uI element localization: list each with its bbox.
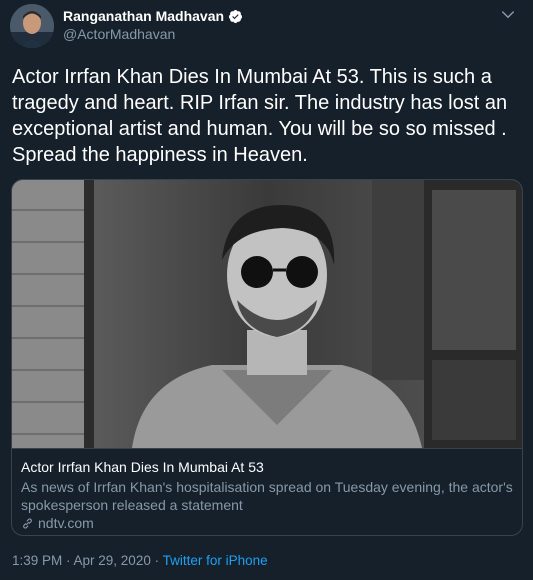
- card-image[interactable]: [12, 180, 522, 448]
- verified-badge-icon: [228, 9, 243, 23]
- source-link[interactable]: Twitter for iPhone: [163, 553, 268, 568]
- card-domain-row[interactable]: ndtv.com: [21, 515, 94, 531]
- card-body[interactable]: Actor Irrfan Khan Dies In Mumbai At 53 A…: [12, 448, 522, 535]
- tweet-text: Actor Irrfan Khan Dies In Mumbai At 53. …: [12, 66, 508, 166]
- author-name[interactable]: Ranganathan Madhavan: [63, 8, 224, 24]
- card-description: As news of Irrfan Khan's hospitalisation…: [21, 479, 513, 513]
- link-preview-card[interactable]: Actor Irrfan Khan Dies In Mumbai At 53 A…: [11, 179, 523, 536]
- avatar[interactable]: [10, 4, 54, 48]
- link-icon: [23, 517, 32, 529]
- timestamp[interactable]: 1:39 PM · Apr 29, 2020: [12, 553, 151, 568]
- author-handle[interactable]: @ActorMadhavan: [63, 26, 175, 42]
- author-name-row[interactable]: Ranganathan Madhavan: [63, 8, 243, 24]
- card-domain[interactable]: ndtv.com: [38, 515, 94, 531]
- chevron-down-icon[interactable]: [499, 6, 517, 24]
- meta-separator: ·: [150, 553, 163, 568]
- tweet-meta: 1:39 PM · Apr 29, 2020 · Twitter for iPh…: [12, 553, 268, 568]
- card-title[interactable]: Actor Irrfan Khan Dies In Mumbai At 53: [21, 459, 264, 475]
- tweet: Ranganathan Madhavan @ActorMadhavan Acto…: [0, 0, 533, 580]
